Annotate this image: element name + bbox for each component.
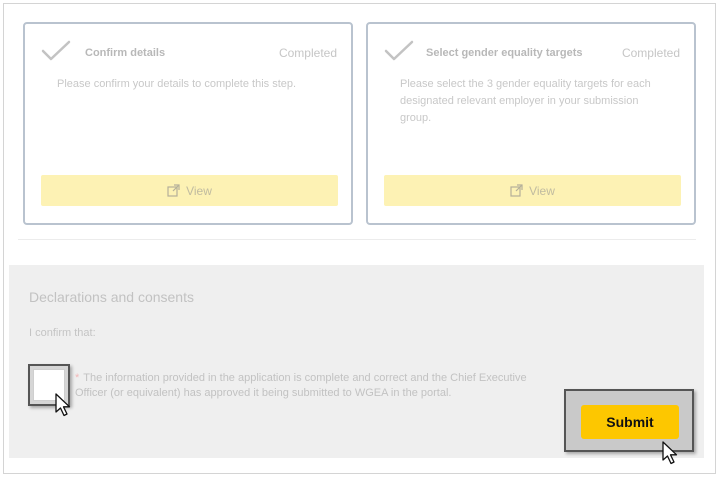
step-title: Select gender equality targets: [426, 47, 583, 59]
required-marker: *: [75, 372, 80, 384]
external-link-icon: [167, 184, 180, 197]
consent-checkbox[interactable]: [33, 369, 65, 401]
step-description: Please select the 3 gender equality targ…: [400, 78, 651, 124]
consent-checkbox-highlight: [28, 364, 70, 406]
view-button-gender-targets[interactable]: View: [384, 175, 681, 206]
step-status: Completed: [621, 46, 680, 60]
step-status: Completed: [278, 46, 337, 60]
view-button-label: View: [529, 183, 555, 198]
declarations-title: Declarations and consents: [29, 289, 194, 305]
step-description: Please confirm your details to complete …: [57, 78, 297, 90]
step-card-gender-targets: Select gender equality targets Completed…: [366, 22, 696, 225]
view-button-label: View: [186, 183, 212, 198]
submit-button-highlight: Submit: [564, 389, 694, 452]
section-divider: [18, 239, 696, 240]
step-card-confirm-details: Confirm details Completed Please confirm…: [23, 22, 353, 225]
external-link-icon: [510, 184, 523, 197]
consent-text: * The information provided in the applica…: [75, 371, 555, 401]
step-title: Confirm details: [85, 47, 166, 59]
check-icon: [41, 40, 71, 61]
view-button-confirm-details[interactable]: View: [41, 175, 338, 206]
submit-button[interactable]: Submit: [581, 405, 679, 439]
consent-statement: The information provided in the applicat…: [75, 372, 527, 399]
check-icon: [384, 40, 414, 61]
declarations-subtitle: I confirm that:: [29, 327, 96, 339]
